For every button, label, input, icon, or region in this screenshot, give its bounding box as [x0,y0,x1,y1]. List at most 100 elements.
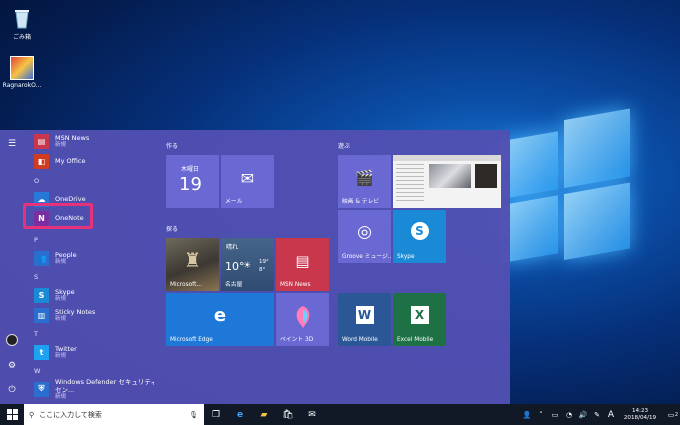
letter-header-p[interactable]: P [34,236,38,244]
start-button[interactable] [0,404,24,425]
ime-indicator[interactable]: A [604,410,618,420]
file-explorer-icon[interactable]: ▰ [252,404,276,425]
tile-store[interactable]: ♜ Microsoft... [166,238,219,291]
preview-image [429,164,471,188]
weather-low: 8° [259,267,266,273]
app-name: OneDrive [55,195,86,203]
mail-icon: ✉ [240,169,255,188]
task-view-icon[interactable]: ❐ [204,404,228,425]
app-badge: 新規 [55,295,67,302]
group-title-play[interactable]: 遊ぶ [338,141,350,150]
excel-icon: X [393,306,446,324]
groove-music-icon: ◎ [357,222,372,242]
highlight-annotation [23,203,93,229]
tile-excel[interactable]: X Excel Mobile [393,293,446,346]
app-list-item-twitter[interactable]: t Twitter 新規 [34,341,154,363]
volume-icon[interactable]: 🔊 [576,411,590,419]
preview-sidebar [396,164,424,204]
app-list-item-skype[interactable]: S Skype 新規 [34,284,154,306]
desktop-icon-label: RagnarokO... [2,82,42,89]
tile-weather[interactable]: 晴れ 10° ☀ 19° 8° 名古屋 [221,238,274,291]
tile-label: Microsoft Edge [170,337,213,343]
letter-header-s[interactable]: S [34,273,38,281]
mail-icon[interactable]: ✉ [300,404,324,425]
app-list-item-my-office[interactable]: ◧ My Office [34,150,154,172]
twitter-icon: t [34,344,49,360]
app-list: ▤ MSN News 新規 ◧ My Office O ☁ OneDrive N … [24,130,154,404]
notification-center-icon[interactable]: ▭ 2 [662,411,680,419]
tile-label: MSN News [280,282,311,288]
taskbar-search-box[interactable]: ⚲ ここに入力して検索 🎙 [24,404,204,425]
weather-high: 19° [259,259,269,265]
letter-header-w[interactable]: W [34,367,40,375]
microphone-icon[interactable]: 🎙 [189,411,198,419]
settings-icon[interactable]: ⚙ [6,360,18,372]
calendar-day: 19 [179,174,202,195]
tile-msn-news[interactable]: ▤ MSN News [276,238,329,291]
people-icon[interactable]: 👤 [520,411,534,419]
tile-label: Excel Mobile [397,337,434,343]
app-list-item-msn-news[interactable]: ▤ MSN News 新規 [34,130,154,152]
skype-icon: S [34,287,49,303]
sticky-notes-icon: ▥ [34,307,49,323]
tile-word[interactable]: W Word Mobile [338,293,391,346]
app-badge: 新規 [55,258,67,265]
windows-logo-icon [6,409,18,420]
news-icon: ▤ [295,252,310,270]
clock-time: 14:23 [631,407,649,414]
tile-edge[interactable]: e Microsoft Edge [166,293,274,346]
film-clapper-icon: 🎬 [355,169,374,187]
recycle-bin-icon [10,6,34,30]
search-placeholder: ここに入力して検索 [39,410,102,419]
battery-icon[interactable]: ▭ [548,411,562,419]
app-list-item-windows-defender[interactable]: ⛨ Windows Defender セキュリティ セン... 新規 [34,378,154,400]
letter-header-t[interactable]: T [34,330,38,338]
tile-movies-tv[interactable]: 🎬 映画 & テレビ [338,155,391,208]
desktop-icon-ragnarok[interactable]: RagnarokO... [0,56,44,89]
pen-icon[interactable]: ✎ [590,411,604,419]
tile-skype[interactable]: S Skype [393,210,446,263]
tile-paint3d[interactable]: ペイント 3D [276,293,329,346]
letter-header-o[interactable]: O [34,177,39,185]
app-name: People [55,250,77,259]
desktop-icon-recycle-bin[interactable]: ごみ箱 [0,6,44,41]
tile-groove[interactable]: ◎ Groove ミュージ... [338,210,391,263]
weather-condition: 晴れ [226,244,239,251]
desktop-icon-label: ごみ箱 [12,34,31,41]
user-avatar-icon[interactable] [6,334,18,346]
tile-browser-preview[interactable] [393,155,501,208]
weather-temp: 10° [225,260,245,273]
office-icon: ◧ [34,153,49,169]
power-icon[interactable]: ⏻ [6,384,18,396]
app-name: Twitter [55,344,77,353]
tile-label: Skype [397,254,415,260]
tile-label: Microsoft... [170,282,202,288]
start-rail: ☰ ⚙ ⏻ [0,130,24,404]
word-icon: W [338,306,391,324]
group-title-explore[interactable]: 探る [166,224,178,233]
hamburger-menu-icon[interactable]: ☰ [6,138,18,150]
preview-header [393,155,501,161]
store-icon[interactable]: 🛍 [276,404,300,425]
shield-icon: ⛨ [34,381,49,397]
system-tray: 👤 ˄ ▭ ◔ 🔊 ✎ A 14:23 2018/04/19 ▭ 2 [520,404,680,425]
start-menu: ☰ ⚙ ⏻ ▤ MSN News 新規 ◧ My Office O ☁ OneDr… [0,130,510,404]
chevron-up-icon[interactable]: ˄ [534,411,548,419]
network-icon[interactable]: ◔ [562,411,576,419]
tile-calendar[interactable]: 木曜日 19 [166,155,219,208]
people-icon: 👥 [34,250,49,266]
windows-wallpaper-logo [500,108,630,272]
tile-mail[interactable]: ✉ メール [221,155,274,208]
group-title-create[interactable]: 作る [166,141,178,150]
edge-icon: e [213,305,227,326]
app-list-item-people[interactable]: 👥 People 新規 [34,247,154,269]
app-badge: 新規 [55,141,67,148]
edge-icon[interactable]: e [228,404,252,425]
app-badge: 新規 [55,393,67,400]
app-list-item-sticky-notes[interactable]: ▥ Sticky Notes 新規 [34,304,154,326]
app-badge: 新規 [55,352,67,359]
clock[interactable]: 14:23 2018/04/19 [618,408,662,422]
tile-label: 映画 & テレビ [342,199,380,205]
tile-label: Word Mobile [342,337,378,343]
app-name: Skype [55,287,75,296]
